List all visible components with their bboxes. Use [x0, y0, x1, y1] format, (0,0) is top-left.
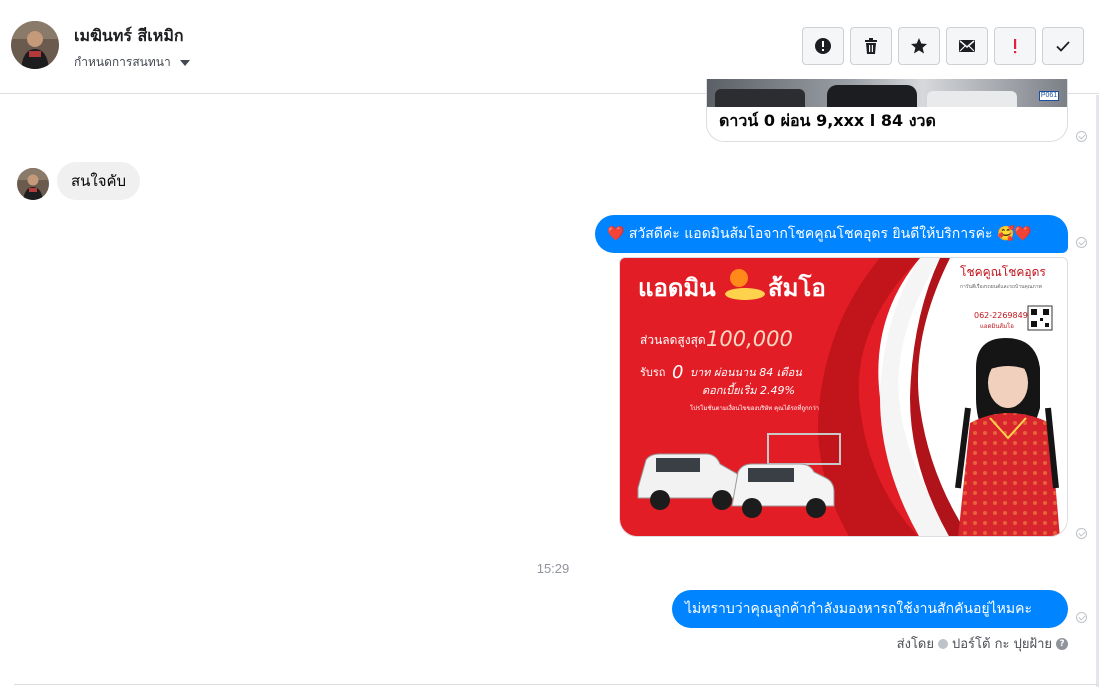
mark-done-button[interactable] [1042, 27, 1084, 65]
composer-divider [14, 684, 1099, 685]
conversation-settings-label: กำหนดการสนทนา [74, 55, 171, 69]
promo-discount-value: 100,000 [706, 327, 793, 351]
exclamation-icon [1014, 39, 1017, 54]
message-timestamp: 15:29 [536, 561, 570, 576]
contact-avatar[interactable] [11, 21, 59, 69]
star-button[interactable] [898, 27, 940, 65]
car-image [715, 89, 805, 107]
sent-by-name[interactable]: ปอร์โต้ กะ ปุยฝ้าย [952, 633, 1052, 654]
greeting-text: สวัสดีค่ะ แอดมินส้มโอจากโชคคูณโชคอุดร ยิ… [628, 226, 997, 242]
card-title: ดาวน์ 0 ผ่อน 9,xxx l 84 งวด [719, 111, 936, 130]
promo-image: แอดมิน ส้มโอ ส่วนลดสูงสุด 100,000 รับรถ … [620, 258, 1067, 536]
star-icon [911, 38, 927, 54]
promo-fine-print: โปรโมชั่นตามเงื่อนไขของบริษัท คุณได้รถที… [690, 404, 819, 412]
checkmark-icon [1056, 41, 1070, 52]
verified-dot-icon [938, 638, 948, 649]
car-image [927, 91, 1017, 107]
header-toolbar [802, 27, 1084, 65]
outgoing-message[interactable]: ไม่ทราบว่าคุณลูกค้ากำลังมองหารถใช้งานสัก… [672, 590, 1068, 628]
promo-brand-sub: การันตีเรื่องรถยนต์และรถบ้านคุณภาพ [960, 283, 1042, 290]
seen-check-icon [1076, 237, 1087, 248]
mark-spam-button[interactable] [994, 27, 1036, 65]
promo-down-suffix: บาท ผ่อนนาน 84 เดือน [690, 366, 802, 379]
incoming-message[interactable]: สนใจคับ [57, 162, 141, 200]
license-plate: P061 [1039, 91, 1059, 101]
sender-avatar[interactable] [17, 168, 49, 200]
sent-by-info: ส่งโดย ปอร์โต้ กะ ปุยฝ้าย ? [897, 633, 1068, 654]
sent-by-prefix: ส่งโดย [896, 637, 934, 652]
smile-heart-emoji: 🥰❤️ [996, 226, 1032, 242]
card-image: P061 [707, 79, 1067, 107]
mark-unread-button[interactable] [946, 27, 988, 65]
conversation-settings-dropdown[interactable]: กำหนดการสนทนา [74, 53, 190, 72]
promo-admin-title: แอดมิน [638, 274, 716, 302]
heart-emoji: ❤️ [607, 226, 625, 242]
outgoing-message[interactable]: ❤️ สวัสดีค่ะ แอดมินส้มโอจากโชคคูณโชคอุดร… [595, 215, 1068, 253]
promo-phone: 062-2269849 [974, 311, 1028, 320]
caret-down-icon [179, 59, 190, 66]
trash-icon [865, 38, 877, 54]
delete-button[interactable] [850, 27, 892, 65]
seen-check-icon [1076, 131, 1087, 142]
promo-discount-label: ส่วนลดสูงสุด [640, 333, 706, 348]
promo-image-attachment[interactable]: แอดมิน ส้มโอ ส่วนลดสูงสุด 100,000 รับรถ … [619, 257, 1068, 537]
envelope-icon [959, 40, 975, 52]
promo-phone-sub: แอดมินส้มโอ [980, 322, 1014, 330]
car-image [827, 85, 917, 107]
promo-interest: ดอกเบี้ยเริ่ม 2.49% [702, 382, 795, 397]
promo-brand: โชคคูณโชคอุดร [960, 265, 1046, 280]
seen-check-icon [1076, 528, 1087, 539]
shared-link-card[interactable]: P061 ดาวน์ 0 ผ่อน 9,xxx l 84 งวด [706, 79, 1068, 142]
promo-admin-name: ส้มโอ [768, 273, 826, 302]
contact-name: เมฆินทร์ สีเหมิก [74, 26, 184, 45]
report-button[interactable] [802, 27, 844, 65]
help-icon[interactable]: ? [1056, 637, 1068, 650]
promo-down-value: 0 [672, 362, 683, 383]
seen-check-icon [1076, 612, 1087, 623]
promo-down-prefix: รับรถ [640, 366, 665, 379]
exclamation-circle-icon [815, 38, 831, 54]
